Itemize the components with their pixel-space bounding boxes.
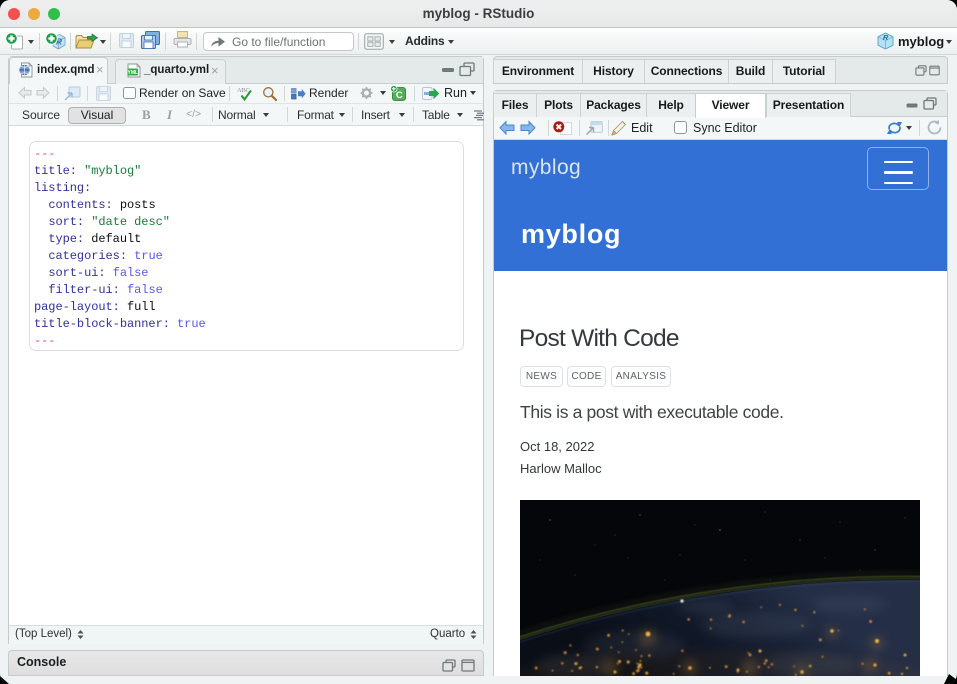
svg-text:C: C (396, 90, 403, 101)
svg-text:R: R (883, 33, 889, 42)
svg-text:YML: YML (128, 70, 139, 76)
svg-text:ABC: ABC (237, 87, 250, 94)
